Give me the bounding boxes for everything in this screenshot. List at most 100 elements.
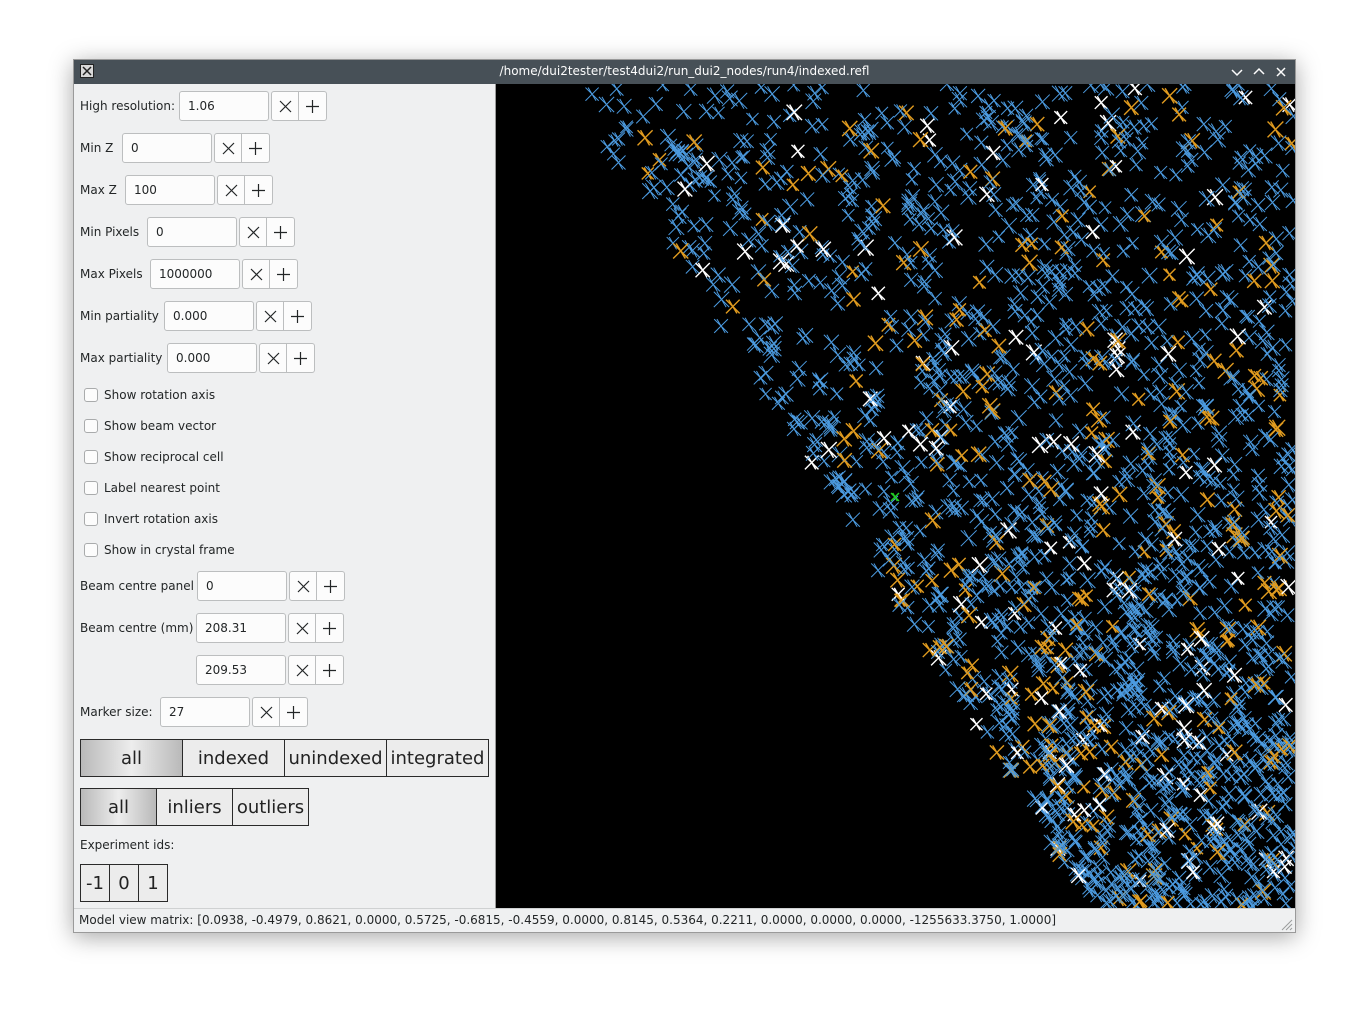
experiment-id-1-button[interactable]: 1 [138,864,168,902]
reflection-marker [1068,835,1083,850]
reflection-marker [1219,795,1233,810]
clear-button[interactable] [288,613,316,643]
increment-button[interactable] [287,343,315,373]
reflection-marker [1268,231,1284,247]
increment-button[interactable] [316,613,344,643]
filter-indexed-button[interactable]: indexed [182,739,285,777]
reflection-marker [946,632,962,649]
window-title: /home/dui2tester/test4dui2/run_dui2_node… [499,64,870,78]
reflection-marker [1226,456,1243,473]
beam-centre-panel-input[interactable] [197,571,287,601]
high-resolution-input[interactable] [179,91,269,121]
reflection-marker [1170,593,1184,607]
reflection-marker [1252,399,1266,413]
title-bar[interactable]: /home/dui2tester/test4dui2/run_dui2_node… [74,60,1295,84]
reflection-marker [790,144,805,159]
reciprocal-lattice-viewer[interactable] [495,84,1296,908]
reflection-marker [931,597,948,613]
clear-button[interactable] [239,217,267,247]
clear-button[interactable] [217,175,245,205]
increment-button[interactable] [242,133,270,163]
reflection-marker [974,135,989,150]
reflection-marker [897,119,913,135]
max-pixels-input[interactable] [150,259,240,289]
min-pixels-input[interactable] [147,217,237,247]
reflection-marker [695,262,711,278]
clear-button[interactable] [242,259,270,289]
reflection-marker [1013,619,1028,634]
inliers-button[interactable]: inliers [156,788,233,826]
clear-icon [247,226,260,239]
clear-button[interactable] [252,697,280,727]
increment-button[interactable] [316,655,344,685]
reflection-marker [1284,136,1295,151]
close-icon[interactable] [1271,62,1291,82]
increment-button[interactable] [284,301,312,331]
checkbox-box[interactable] [84,481,98,495]
reflection-marker [903,309,919,325]
experiment-id-minus1-button[interactable]: -1 [80,864,110,902]
reflection-marker [668,145,685,162]
checkbox-box[interactable] [84,543,98,557]
maximize-icon[interactable] [1249,62,1269,82]
clear-button[interactable] [214,133,242,163]
increment-button[interactable] [299,91,327,121]
checkbox-box[interactable] [84,450,98,464]
outlier-all-button[interactable]: all [80,788,157,826]
resize-grip-icon[interactable] [1279,917,1293,931]
reflection-marker [1068,259,1082,273]
max-z-label: Max Z [80,183,117,197]
reflection-marker [978,236,994,252]
reflection-marker [1207,605,1222,620]
increment-button[interactable] [270,259,298,289]
reflection-plot[interactable] [496,84,1296,908]
checkbox-box[interactable] [84,388,98,402]
clear-icon [264,310,277,323]
reflection-marker [1275,163,1290,178]
min-z-input[interactable] [122,133,212,163]
reflection-marker [1066,526,1082,542]
reflection-marker [906,616,923,632]
reflection-marker [790,238,805,254]
max-partiality-input[interactable] [167,343,257,373]
minimize-icon[interactable] [1227,62,1247,82]
beam-centre-x-input[interactable] [196,613,286,643]
increment-button[interactable] [280,697,308,727]
experiment-id-0-button[interactable]: 0 [109,864,139,902]
filter-integrated-button[interactable]: integrated [386,739,489,777]
increment-button[interactable] [245,175,273,205]
reflection-marker [1062,556,1077,571]
reflection-marker [1030,191,1044,205]
checkbox-box[interactable] [84,419,98,433]
clear-button[interactable] [256,301,284,331]
clear-button[interactable] [289,571,317,601]
reflection-marker [987,266,1004,283]
reflection-marker [952,595,970,613]
filter-all-button[interactable]: all [80,739,183,777]
reflection-marker [723,276,741,293]
beam-centre-y-input[interactable] [196,655,286,685]
clear-button[interactable] [259,343,287,373]
reflection-marker [871,286,886,301]
reflection-marker [1267,689,1283,705]
increment-button[interactable] [317,571,345,601]
filter-unindexed-button[interactable]: unindexed [284,739,387,777]
reflection-marker [1202,859,1218,875]
marker-size-input[interactable] [160,697,250,727]
reflection-marker [985,145,1001,161]
reflection-marker [1060,593,1074,607]
reflection-marker [974,473,988,488]
outliers-button[interactable]: outliers [232,788,309,826]
reflection-marker [1227,195,1243,211]
max-z-input[interactable] [125,175,215,205]
clear-button[interactable] [271,91,299,121]
reflection-marker [1147,647,1162,662]
checkbox-box[interactable] [84,512,98,526]
reflection-marker [830,387,844,401]
increment-button[interactable] [267,217,295,247]
reflection-marker [1053,110,1068,125]
reflection-marker [1226,468,1240,482]
reflection-marker [1041,294,1058,310]
clear-button[interactable] [288,655,316,685]
min-partiality-input[interactable] [164,301,254,331]
